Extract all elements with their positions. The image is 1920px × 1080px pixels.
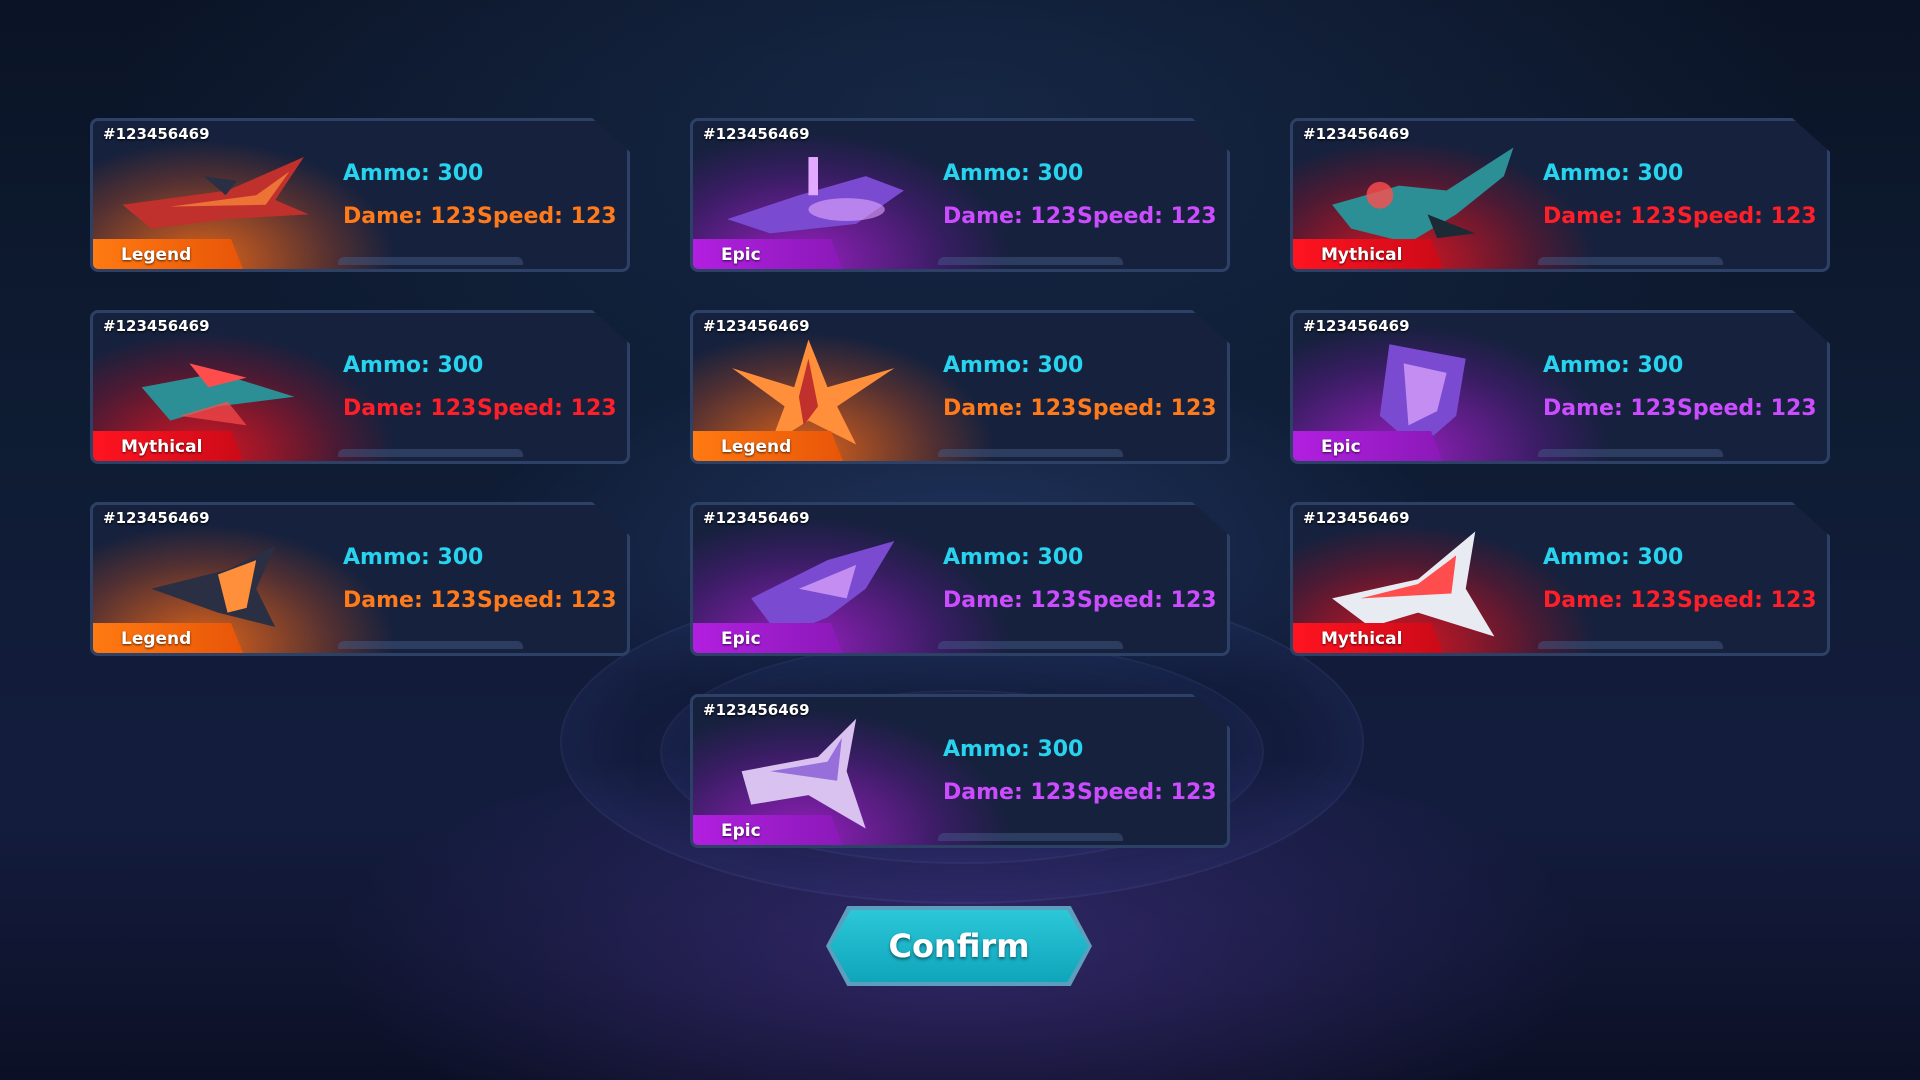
dame-stat: Dame: 123 xyxy=(1543,588,1677,613)
speed-stat: Speed: 123 xyxy=(1077,204,1217,229)
rarity-label: Legend xyxy=(121,245,192,265)
speed-stat: Speed: 123 xyxy=(1077,588,1217,613)
rarity-tab xyxy=(693,239,843,269)
ship-id: #123456469 xyxy=(103,125,210,143)
ship-card[interactable]: Legend #123456469 Ammo: 300 Dame: 123 Sp… xyxy=(90,502,630,656)
rarity-label: Epic xyxy=(1321,437,1361,457)
speed-stat: Speed: 123 xyxy=(477,588,617,613)
ammo-stat: Ammo: 300 xyxy=(943,737,1084,762)
card-notch xyxy=(938,257,1123,265)
ship-card[interactable]: Legend #123456469 Ammo: 300 Dame: 123 Sp… xyxy=(90,118,630,272)
rarity-label: Epic xyxy=(721,821,761,841)
ship-card[interactable]: Mythical #123456469 Ammo: 300 Dame: 123 … xyxy=(90,310,630,464)
rarity-tab xyxy=(1293,431,1443,461)
speed-stat: Speed: 123 xyxy=(1077,396,1217,421)
dame-stat: Dame: 123 xyxy=(943,588,1077,613)
ship-card[interactable]: Legend #123456469 Ammo: 300 Dame: 123 Sp… xyxy=(690,310,1230,464)
ship-id: #123456469 xyxy=(103,509,210,527)
ship-card[interactable]: Mythical #123456469 Ammo: 300 Dame: 123 … xyxy=(1290,502,1830,656)
card-notch xyxy=(938,833,1123,841)
dame-stat: Dame: 123 xyxy=(1543,396,1677,421)
ammo-stat: Ammo: 300 xyxy=(943,161,1084,186)
dame-stat: Dame: 123 xyxy=(343,204,477,229)
dame-stat: Dame: 123 xyxy=(343,588,477,613)
rarity-label: Legend xyxy=(121,629,192,649)
rarity-label: Epic xyxy=(721,245,761,265)
confirm-button[interactable]: Confirm xyxy=(830,910,1088,982)
ammo-stat: Ammo: 300 xyxy=(943,545,1084,570)
card-notch xyxy=(1538,449,1723,457)
rarity-label: Mythical xyxy=(1321,245,1403,265)
card-notch xyxy=(338,257,523,265)
rarity-label: Epic xyxy=(721,629,761,649)
dame-stat: Dame: 123 xyxy=(1543,204,1677,229)
speed-stat: Speed: 123 xyxy=(477,204,617,229)
card-notch xyxy=(338,641,523,649)
ship-card[interactable]: Epic #123456469 Ammo: 300 Dame: 123 Spee… xyxy=(1290,310,1830,464)
ammo-stat: Ammo: 300 xyxy=(343,161,484,186)
ammo-stat: Ammo: 300 xyxy=(343,545,484,570)
card-notch xyxy=(938,449,1123,457)
ship-card[interactable]: Epic #123456469 Ammo: 300 Dame: 123 Spee… xyxy=(690,502,1230,656)
ship-id: #123456469 xyxy=(703,125,810,143)
rarity-tab xyxy=(693,815,843,845)
dame-stat: Dame: 123 xyxy=(943,396,1077,421)
speed-stat: Speed: 123 xyxy=(1677,588,1817,613)
ship-id: #123456469 xyxy=(1303,509,1410,527)
ship-card[interactable]: Epic #123456469 Ammo: 300 Dame: 123 Spee… xyxy=(690,118,1230,272)
rarity-tab xyxy=(693,623,843,653)
ship-card[interactable]: Mythical #123456469 Ammo: 300 Dame: 123 … xyxy=(1290,118,1830,272)
ship-card[interactable]: Epic #123456469 Ammo: 300 Dame: 123 Spee… xyxy=(690,694,1230,848)
card-notch xyxy=(1538,641,1723,649)
speed-stat: Speed: 123 xyxy=(1677,396,1817,421)
ammo-stat: Ammo: 300 xyxy=(1543,161,1684,186)
ammo-stat: Ammo: 300 xyxy=(943,353,1084,378)
speed-stat: Speed: 123 xyxy=(1677,204,1817,229)
ship-id: #123456469 xyxy=(703,509,810,527)
card-notch xyxy=(338,449,523,457)
ship-id: #123456469 xyxy=(103,317,210,335)
rarity-label: Mythical xyxy=(121,437,203,457)
dame-stat: Dame: 123 xyxy=(343,396,477,421)
speed-stat: Speed: 123 xyxy=(477,396,617,421)
ship-id: #123456469 xyxy=(1303,317,1410,335)
ship-id: #123456469 xyxy=(703,701,810,719)
rarity-label: Mythical xyxy=(1321,629,1403,649)
speed-stat: Speed: 123 xyxy=(1077,780,1217,805)
ship-id: #123456469 xyxy=(703,317,810,335)
card-notch xyxy=(938,641,1123,649)
ammo-stat: Ammo: 300 xyxy=(1543,545,1684,570)
dame-stat: Dame: 123 xyxy=(943,204,1077,229)
ammo-stat: Ammo: 300 xyxy=(343,353,484,378)
ship-id: #123456469 xyxy=(1303,125,1410,143)
ammo-stat: Ammo: 300 xyxy=(1543,353,1684,378)
card-notch xyxy=(1538,257,1723,265)
dame-stat: Dame: 123 xyxy=(943,780,1077,805)
rarity-label: Legend xyxy=(721,437,792,457)
